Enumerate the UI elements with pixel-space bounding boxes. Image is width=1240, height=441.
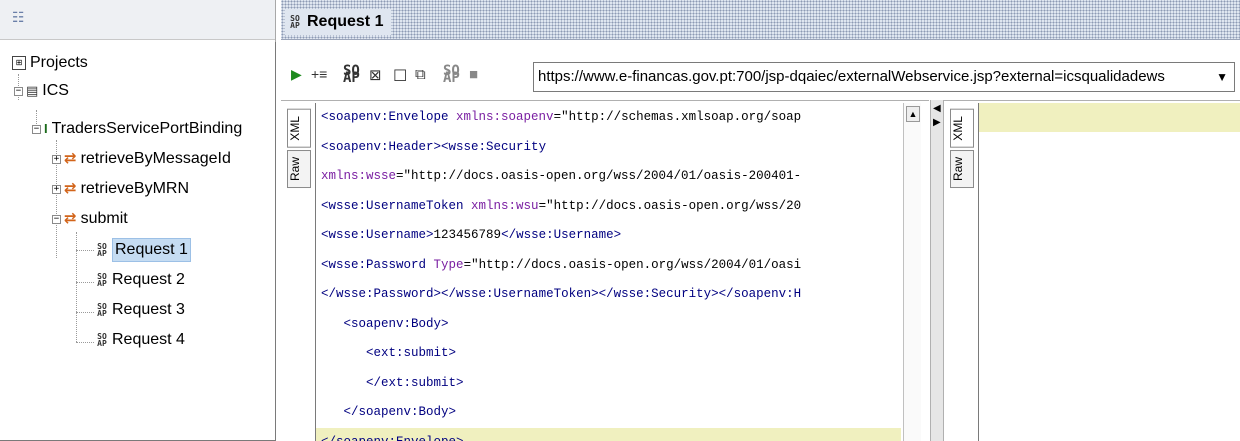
request-pane: XML Raw <soapenv:Envelope xmlns:soapenv=… (281, 100, 929, 441)
xml-line: </wsse:Password></wsse:UsernameToken></w… (321, 287, 802, 301)
tab-xml[interactable]: XML (287, 109, 311, 148)
collapse-right-icon[interactable]: ▶ (933, 118, 941, 128)
request-editor: SO AP Request 1 ▶ +≡ SO AP ⊠ ☐ ⧉ SO AP ■ ht… (281, 0, 1240, 441)
editor-title-label: Request 1 (307, 13, 384, 30)
soap-request-icon: SO AP (97, 332, 107, 348)
response-pane: XML Raw (944, 100, 1240, 441)
add-step-icon[interactable]: +≡ (311, 66, 327, 82)
operation-icon: ⇄ (64, 150, 77, 167)
tree-node-label: Request 4 (112, 331, 185, 348)
xml-line: <soapenv:Body> (343, 316, 449, 331)
tree-node-operation[interactable]: + ⇄ retrieveByMessageId (52, 148, 231, 170)
editor-toolbar: ▶ +≡ SO AP ⊠ ☐ ⧉ SO AP ■ https://www.e-fin… (281, 56, 1240, 94)
tree-node-request[interactable]: SO AP Request 3 (96, 299, 185, 321)
tree-node-label: TradersServicePortBinding (51, 120, 243, 137)
endpoint-url-select[interactable]: https://www.e-financas.gov.pt:700/jsp-dq… (533, 62, 1235, 92)
tab-raw[interactable]: Raw (950, 149, 974, 188)
collapse-icon[interactable]: − (32, 124, 41, 134)
pane-splitter[interactable]: ◀ ▶ (930, 100, 944, 441)
xml-line: <wsse:Password Type="http://docs.oasis-o… (321, 257, 802, 272)
request-scrollbar[interactable]: ▲ (903, 103, 921, 441)
tree-node-label: Request 1 (112, 238, 191, 262)
collapse-icon[interactable]: − (14, 86, 23, 96)
tree-node-label: Request 2 (112, 271, 185, 288)
tree-node-label: Projects (30, 54, 88, 71)
tree-node-label: ICS (42, 82, 69, 99)
tree-node-operation[interactable]: + ⇄ retrieveByMRN (52, 178, 189, 200)
tree-node-binding[interactable]: − I TradersServicePortBinding (32, 118, 242, 140)
expand-icon[interactable]: + (52, 184, 61, 194)
tree-node-request[interactable]: SO AP Request 1 (96, 238, 191, 262)
request-xml-editor[interactable]: <soapenv:Envelope xmlns:soapenv="http://… (315, 103, 901, 441)
collapse-left-icon[interactable]: ◀ (933, 104, 941, 114)
run-icon[interactable]: ▶ (291, 66, 302, 83)
tree-node-label: retrieveByMRN (80, 180, 190, 197)
xml-line: <soapenv:Header><wsse:Security (321, 139, 547, 154)
operation-icon: ⇄ (64, 210, 77, 227)
editor-title-bar[interactable]: SO AP Request 1 (281, 0, 1240, 40)
soap-icon[interactable]: SO AP (343, 64, 360, 85)
soap-icon[interactable]: SO AP (443, 64, 460, 85)
xml-line: <wsse:Username>123456789</wsse:Username> (321, 228, 622, 242)
request-view-tabs: XML Raw (287, 109, 311, 190)
soap-request-icon: SO AP (290, 14, 300, 30)
list-icon[interactable]: ☷ (12, 9, 25, 26)
xml-line: <ext:submit> (366, 346, 457, 360)
current-line-highlight (979, 103, 1240, 132)
soap-request-icon: SO AP (97, 272, 107, 288)
recreate-icon[interactable]: ⊠ (369, 66, 382, 84)
xml-line: </ext:submit> (366, 375, 464, 390)
xml-line: xmlns:wsse="http://docs.oasis-open.org/w… (321, 169, 802, 183)
tree-node-request[interactable]: SO AP Request 2 (96, 269, 185, 291)
expand-icon[interactable]: + (52, 154, 61, 164)
clone-icon[interactable]: ☐ (393, 66, 407, 86)
editor-title: SO AP Request 1 (285, 9, 392, 35)
stop-icon[interactable]: ■ (469, 66, 478, 83)
xml-line: </soapenv:Body> (343, 405, 457, 419)
tree-node-projects[interactable]: ⊞ Projects (12, 52, 88, 74)
soap-request-icon: SO AP (97, 302, 107, 318)
soap-request-icon: SO AP (97, 242, 107, 258)
xml-line: </soapenv:Envelope> (316, 427, 901, 441)
endpoint-url-value: https://www.e-financas.gov.pt:700/jsp-dq… (538, 68, 1165, 85)
scroll-up-icon[interactable]: ▲ (906, 106, 920, 122)
projects-icon: ⊞ (12, 56, 26, 70)
tree-node-ics[interactable]: − ▤ ICS (14, 80, 69, 102)
tree-node-request[interactable]: SO AP Request 4 (96, 329, 185, 351)
chevron-down-icon[interactable]: ▼ (1216, 63, 1228, 91)
interface-icon: I (44, 121, 48, 136)
project-icon: ▤ (26, 83, 39, 98)
navigator-panel: ☷ ⊞ Projects − ▤ ICS − I TradersServiceP… (0, 0, 276, 441)
tree-node-label: Request 3 (112, 301, 185, 318)
navigator-toolbar: ☷ (0, 0, 275, 40)
tree-node-operation[interactable]: − ⇄ submit (52, 208, 128, 230)
operation-icon: ⇄ (64, 180, 77, 197)
tab-raw[interactable]: Raw (287, 149, 311, 188)
collapse-icon[interactable]: − (52, 214, 61, 224)
copy-icon[interactable]: ⧉ (415, 66, 426, 83)
xml-line: <soapenv:Envelope xmlns:soapenv="http://… (321, 110, 802, 124)
tree-node-label: retrieveByMessageId (80, 150, 231, 167)
tree-node-label: submit (80, 210, 128, 227)
project-tree: ⊞ Projects − ▤ ICS − I TradersServicePor… (0, 42, 276, 441)
response-view-tabs: XML Raw (950, 109, 974, 190)
tab-xml[interactable]: XML (950, 109, 974, 148)
xml-line: <wsse:UsernameToken xmlns:wsu="http://do… (321, 198, 802, 213)
response-xml-editor[interactable] (978, 103, 1240, 441)
